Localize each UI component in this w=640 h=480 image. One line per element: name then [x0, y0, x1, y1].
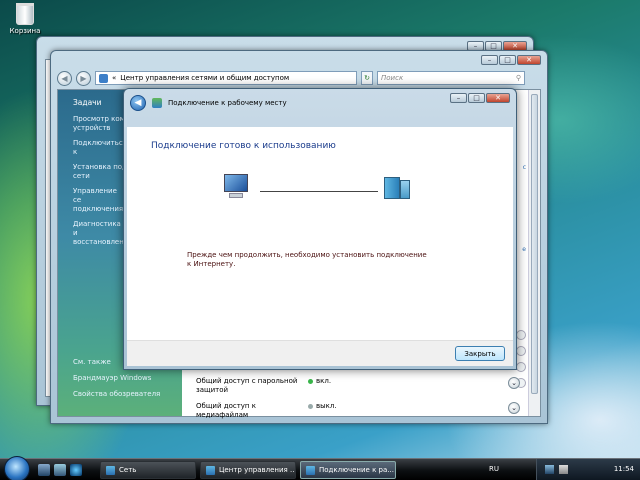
start-button[interactable]	[4, 456, 30, 480]
back-button[interactable]: ◀	[57, 70, 72, 86]
expand-circle[interactable]	[516, 330, 526, 340]
recycle-bin-icon	[16, 3, 34, 25]
address-bar-row: ◀ ▶ « Центр управления сетями и общим до…	[57, 69, 541, 87]
arrow-right-icon: ▶	[80, 73, 87, 83]
refresh-icon: ↻	[364, 74, 370, 82]
edge-link-fragment: е	[522, 246, 526, 253]
minimize-button[interactable]: –	[481, 55, 498, 65]
dialog-close-button[interactable]: Закрыть	[455, 346, 505, 361]
maximize-button[interactable]: □	[499, 55, 516, 65]
taskbar-button-label: Сеть	[119, 466, 137, 474]
sharing-status: выкл.	[308, 402, 337, 410]
browser-properties-link[interactable]: Свойства обозревателя	[73, 390, 160, 398]
arrow-left-icon: ◀	[134, 98, 142, 108]
sharing-label: Общий доступ к медиафайлам	[196, 402, 256, 419]
forward-button[interactable]: ▶	[76, 70, 91, 86]
sharing-row-media: Общий доступ к медиафайлам выкл. ⌄	[196, 402, 526, 419]
network-center-caption-buttons: – □ ✕	[481, 55, 541, 65]
internet-explorer-icon[interactable]	[70, 464, 82, 476]
expand-circle[interactable]	[516, 346, 526, 356]
workplace-server-icon	[384, 175, 412, 201]
sidebar-link-view-computers[interactable]: Просмотр ком устройств	[73, 115, 127, 133]
close-button[interactable]: ✕	[486, 93, 510, 103]
breadcrumb-separator-icon: «	[112, 74, 117, 82]
network-icon	[106, 465, 115, 475]
address-text: Центр управления сетями и общим доступом	[120, 74, 290, 82]
minimize-button[interactable]: –	[450, 93, 467, 103]
chevron-down-icon: ⌄	[511, 379, 517, 387]
close-button[interactable]: ✕	[517, 55, 541, 65]
system-tray: RU 11:54	[489, 459, 640, 480]
control-panel-icon	[99, 73, 108, 83]
edge-link-fragment: с	[522, 164, 526, 171]
sharing-status: вкл.	[308, 377, 331, 385]
status-on-icon	[308, 378, 313, 384]
control-panel-icon	[206, 465, 215, 475]
expand-button[interactable]: ⌄	[508, 377, 520, 389]
dialog-title: Подключение к рабочему месту	[168, 99, 287, 107]
maximize-button[interactable]: □	[468, 93, 485, 103]
clock[interactable]: 11:54	[614, 465, 634, 473]
recycle-bin-label: Корзина	[9, 27, 41, 35]
taskbar: Сеть Центр управления ... Подключение к …	[0, 456, 640, 480]
connect-workplace-dialog: – □ ✕ ◀ Подключение к рабочему месту Под…	[123, 88, 517, 370]
search-icon: ⚲	[515, 74, 521, 82]
dialog-message: Прежде чем продолжить, необходимо устано…	[187, 251, 427, 268]
expand-button[interactable]: ⌄	[508, 402, 520, 414]
dialog-body: Подключение готово к использованию Прежд…	[127, 127, 513, 366]
sharing-label: Общий доступ с парольной защитой	[196, 377, 298, 394]
connection-icon	[306, 465, 315, 475]
taskbar-button-network-center[interactable]: Центр управления ...	[200, 461, 296, 479]
scrollbar-thumb[interactable]	[531, 94, 538, 394]
sidebar-link-diagnose[interactable]: Диагностика и восстановлени	[73, 220, 127, 247]
firewall-link[interactable]: Брандмауэр Windows	[73, 374, 160, 382]
taskbar-button-label: Центр управления ...	[219, 466, 296, 474]
taskbar-button-connect-workplace[interactable]: Подключение к ра...	[300, 461, 396, 479]
address-bar[interactable]: « Центр управления сетями и общим доступ…	[95, 71, 357, 85]
sidebar-link-connect[interactable]: Подключиться к	[73, 139, 127, 157]
computer-icon	[222, 174, 250, 200]
refresh-button[interactable]: ↻	[361, 71, 373, 85]
network-connection-icon	[152, 98, 162, 108]
connection-line	[260, 191, 378, 192]
dialog-caption-buttons: – □ ✕	[450, 93, 510, 103]
status-off-icon	[308, 403, 313, 409]
switch-windows-icon[interactable]	[54, 464, 66, 476]
language-indicator[interactable]: RU	[489, 465, 499, 473]
taskbar-button-network[interactable]: Сеть	[100, 461, 196, 479]
taskbar-button-label: Подключение к ра...	[319, 466, 394, 474]
sharing-status-text: вкл.	[316, 377, 332, 385]
search-input[interactable]: Поиск ⚲	[377, 71, 525, 85]
volume-icon[interactable]	[559, 465, 568, 474]
sharing-row-password: Общий доступ с парольной защитой вкл. ⌄	[196, 377, 526, 397]
dialog-footer: Закрыть	[127, 340, 513, 366]
back-button[interactable]: ◀	[130, 95, 146, 111]
dialog-title-row: ◀ Подключение к рабочему месту	[130, 95, 287, 111]
recycle-bin[interactable]: Корзина	[8, 3, 42, 35]
search-placeholder: Поиск	[381, 74, 404, 82]
expand-circle[interactable]	[516, 362, 526, 372]
network-status-icon[interactable]	[545, 465, 554, 474]
sidebar-link-setup-network[interactable]: Установка под сети	[73, 163, 127, 181]
vertical-scrollbar[interactable]	[528, 90, 540, 416]
arrow-left-icon: ◀	[61, 73, 68, 83]
show-desktop-icon[interactable]	[38, 464, 50, 476]
sidebar-link-manage-connections[interactable]: Управление се подключения	[73, 187, 127, 214]
sharing-status-text: выкл.	[316, 402, 337, 410]
dialog-heading: Подключение готово к использованию	[151, 141, 336, 151]
chevron-down-icon: ⌄	[511, 404, 517, 412]
